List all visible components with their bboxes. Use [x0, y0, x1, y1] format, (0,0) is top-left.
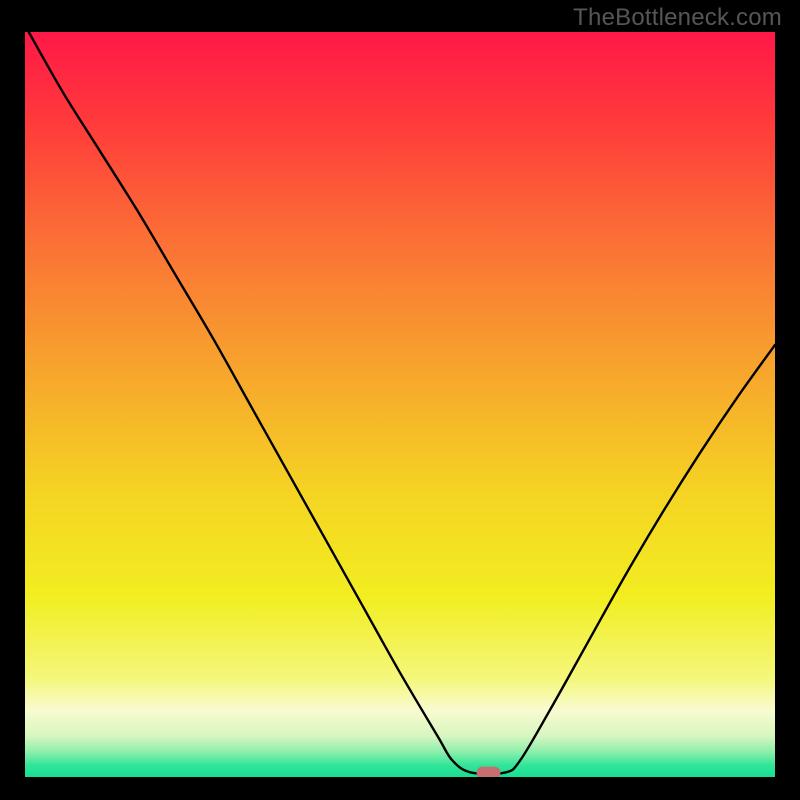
optimal-point [477, 767, 501, 777]
plot-area [25, 32, 775, 777]
watermark-label: TheBottleneck.com [573, 4, 782, 32]
bottleneck-chart [25, 32, 775, 777]
chart-frame: TheBottleneck.com [0, 0, 800, 800]
chart-background [25, 32, 775, 777]
